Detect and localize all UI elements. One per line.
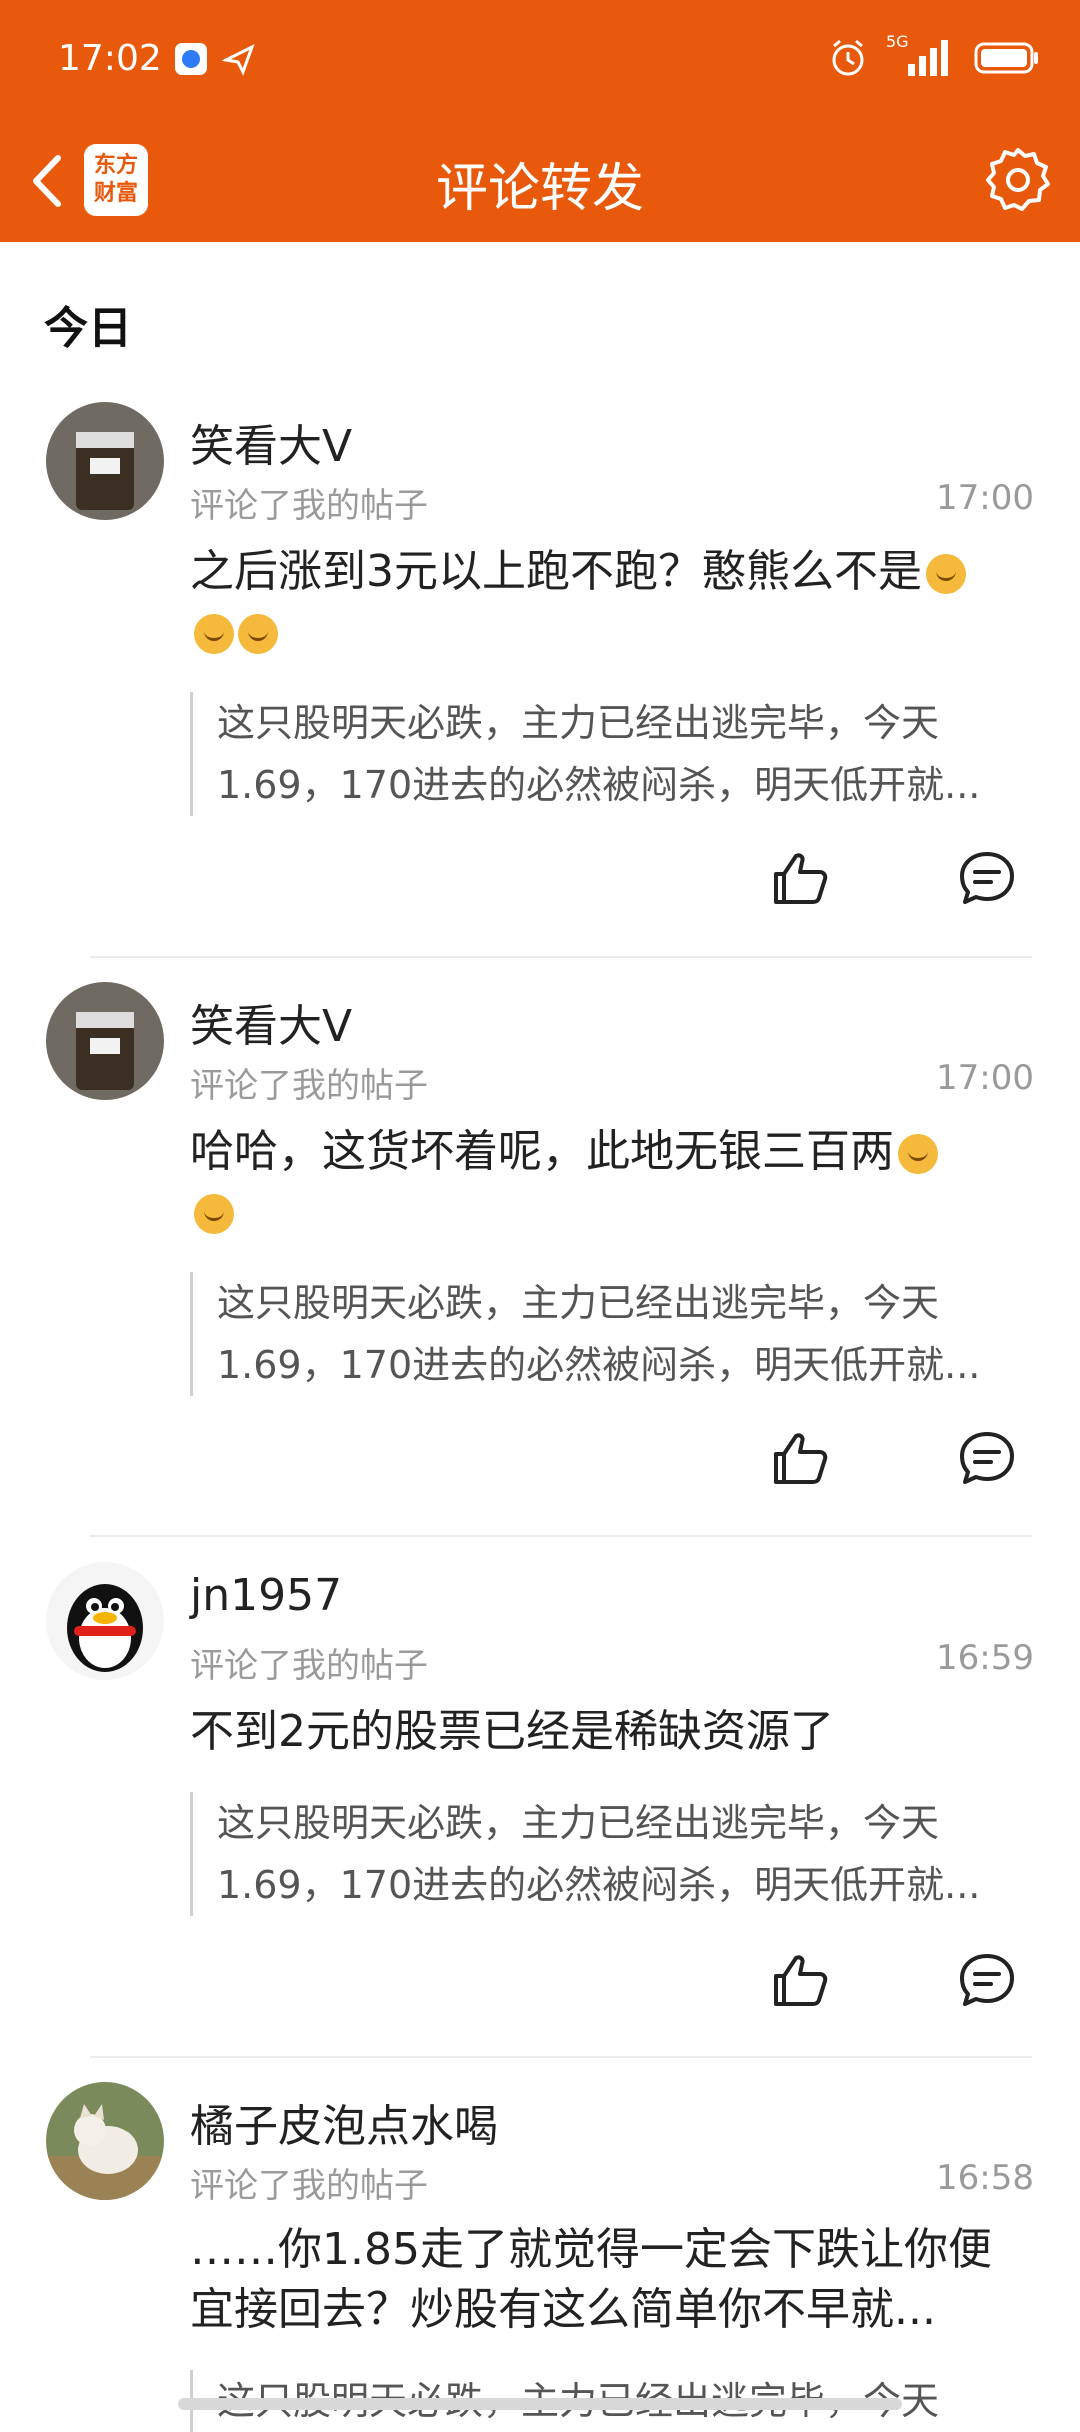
scroll-indicator	[178, 2398, 902, 2410]
emoji-icon	[898, 1134, 938, 1174]
quote-line: 1.69，170进去的必然被闷杀，明天低开就...	[217, 763, 981, 807]
like-icon[interactable]	[770, 1428, 830, 1488]
quoted-post[interactable]: 这只股明天必跌，主力已经出逃完毕，今天 1.69，170进去的必然被闷杀，明天低…	[190, 692, 1030, 816]
network-type: 5G	[886, 32, 909, 51]
browser-app-icon	[175, 43, 207, 75]
quoted-post[interactable]: 这只股明天必跌，主力已经出逃完毕，今天 1.69，170进去的必然被闷杀，明天低…	[190, 1792, 1030, 1916]
emoji-icon	[194, 1194, 234, 1234]
avatar[interactable]	[46, 2082, 164, 2200]
username[interactable]: 橘子皮泡点水喝	[190, 2090, 498, 2154]
quoted-post[interactable]: 这只股明天必跌，主力已经出逃完毕，今天 1.69，170进去的必然被闷杀，明天低…	[190, 1272, 1030, 1396]
quote-line: 1.69，170进去的必然被闷杀，明天低开就...	[217, 1343, 981, 1387]
divider	[90, 1535, 1032, 1537]
status-right-icons: 5G	[828, 32, 1040, 78]
comment-text: 哈哈，这货坏着呢，此地无银三百两	[190, 1126, 894, 1177]
quote-line: 这只股明天必跌，主力已经出逃完毕，今天	[217, 1801, 940, 1845]
like-icon[interactable]	[770, 848, 830, 908]
comment-time: 17:00	[936, 478, 1034, 518]
comment-content[interactable]: 哈哈，这货坏着呢，此地无银三百两	[190, 1122, 1030, 1242]
divider	[90, 2056, 1032, 2058]
nav-bar: 东方 财富 评论转发	[0, 122, 1080, 242]
comment-time: 17:00	[936, 1058, 1034, 1098]
avatar[interactable]	[46, 402, 164, 520]
send-app-icon	[222, 43, 255, 76]
comment-content[interactable]: 不到2元的股票已经是稀缺资源了	[190, 1702, 1030, 1762]
battery-icon	[974, 42, 1038, 74]
like-icon[interactable]	[770, 1950, 830, 2010]
signal-icon: 5G	[886, 32, 956, 78]
comment-text-line: 宜接回去？炒股有这么简单你不早就...	[190, 2284, 936, 2335]
comment-action: 评论了我的帖子	[190, 486, 428, 526]
comment-text: 之后涨到3元以上跑不跑？憨熊么不是	[190, 546, 922, 597]
comment-action: 评论了我的帖子	[190, 1066, 428, 1106]
settings-gear-icon[interactable]	[982, 144, 1054, 216]
username[interactable]: 笑看大V	[190, 410, 352, 474]
quote-line: 这只股明天必跌，主力已经出逃完毕，今天	[217, 701, 940, 745]
alarm-icon	[832, 39, 864, 76]
username[interactable]: 笑看大V	[190, 990, 352, 1054]
section-title-today: 今日	[44, 303, 132, 354]
avatar[interactable]	[46, 1562, 164, 1680]
comment-content[interactable]: ……你1.85走了就觉得一定会下跌让你便 宜接回去？炒股有这么简单你不早就...	[190, 2220, 1030, 2340]
status-bar: 17:02 5G	[0, 0, 1080, 122]
quote-line: 1.69，170进去的必然被闷杀，明天低开就...	[217, 1863, 981, 1907]
comment-action: 评论了我的帖子	[190, 1646, 428, 1686]
username[interactable]: jn1957	[190, 1570, 342, 1621]
comment-text: 不到2元的股票已经是稀缺资源了	[190, 1706, 834, 1757]
emoji-icon	[238, 614, 278, 654]
comment-time: 16:59	[936, 1638, 1034, 1678]
divider	[90, 956, 1032, 958]
comment-time: 16:58	[936, 2158, 1034, 2198]
emoji-icon	[194, 614, 234, 654]
reply-icon[interactable]	[957, 1428, 1017, 1488]
status-time: 17:02	[58, 38, 162, 79]
reply-icon[interactable]	[957, 848, 1017, 908]
comment-content[interactable]: 之后涨到3元以上跑不跑？憨熊么不是	[190, 542, 1030, 662]
comment-action: 评论了我的帖子	[190, 2166, 428, 2206]
avatar[interactable]	[46, 982, 164, 1100]
reply-icon[interactable]	[957, 1950, 1017, 2010]
comment-text-line: ……你1.85走了就觉得一定会下跌让你便	[190, 2224, 992, 2275]
emoji-icon	[926, 554, 966, 594]
page-title: 评论转发	[435, 159, 644, 219]
quote-line: 这只股明天必跌，主力已经出逃完毕，今天	[217, 1281, 940, 1325]
